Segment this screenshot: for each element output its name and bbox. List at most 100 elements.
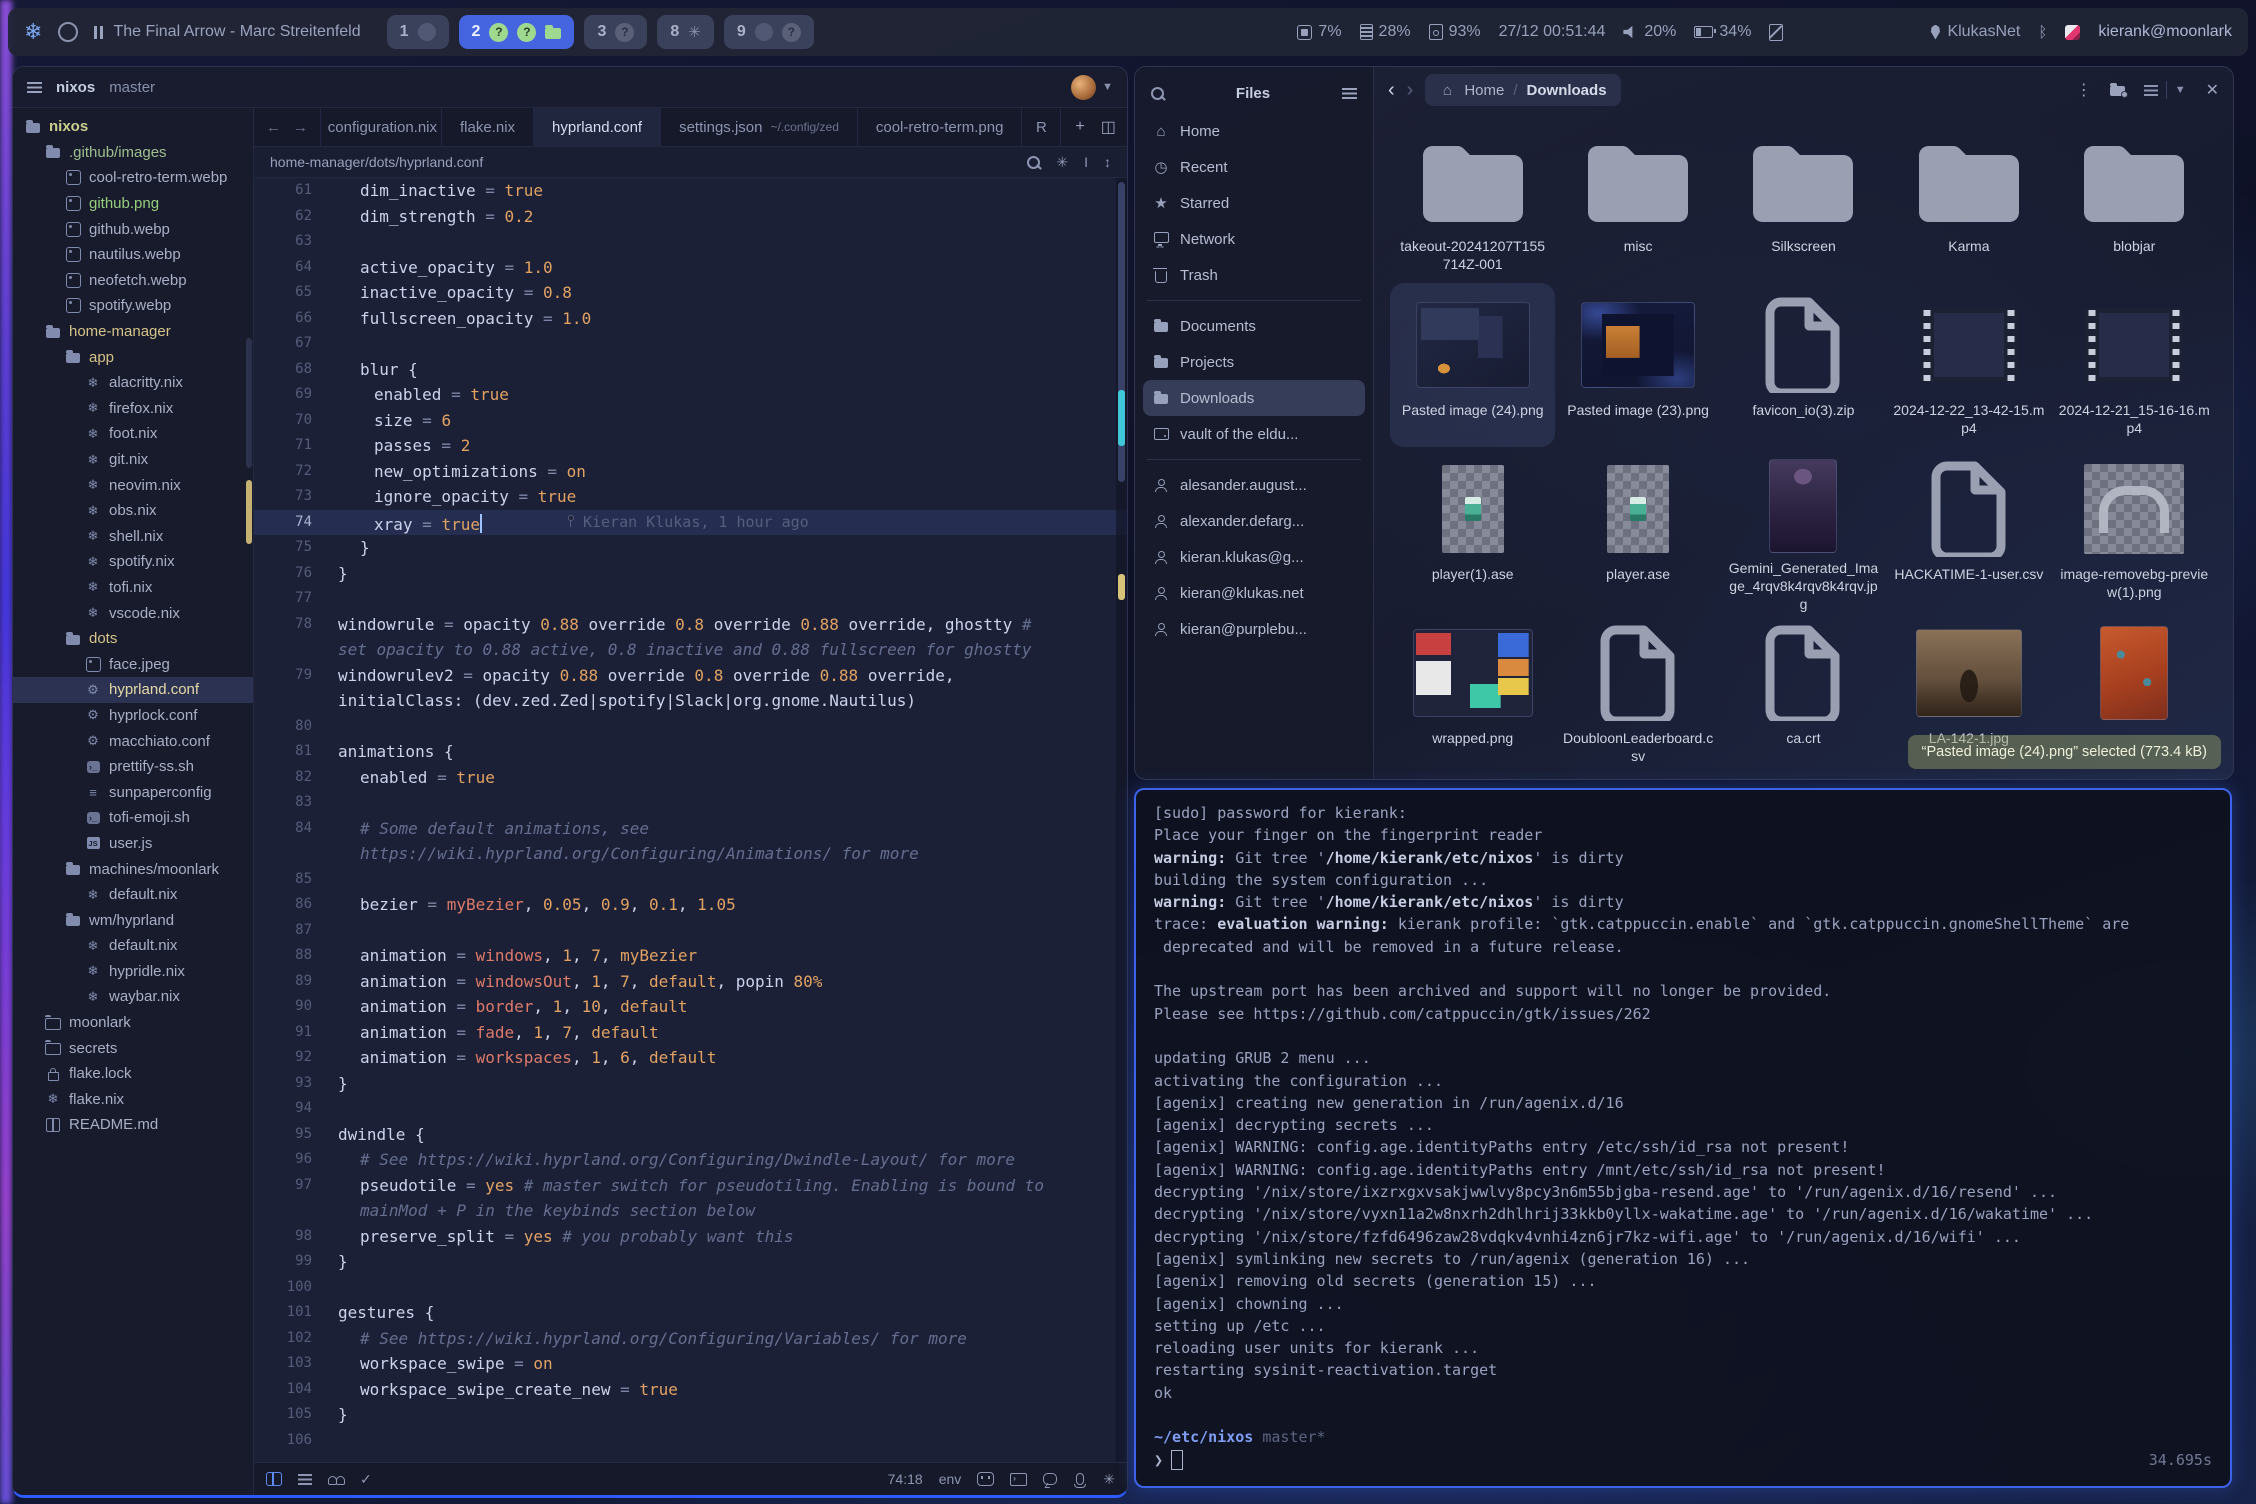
forward-icon[interactable]: › [1407,79,1414,102]
grid-item-image-removebg-preview-1-png[interactable]: image-removebg-preview(1).png [2052,447,2217,611]
tree-item-dots[interactable]: dots [13,626,253,652]
branch-name[interactable]: master [109,79,155,96]
bluetooth-icon[interactable]: ᛒ [2038,24,2047,41]
grid-item-player-1-ase[interactable]: player(1).ase [1390,447,1555,611]
menu-icon[interactable] [27,82,42,93]
split-pane-icon[interactable]: ◫ [1101,117,1116,137]
chevron-down-icon[interactable]: ▼ [1102,81,1113,93]
workspace-2[interactable]: 2?? [459,15,575,49]
editor-scrollbar[interactable] [1116,178,1127,1462]
collab-icon[interactable] [328,1473,344,1485]
grid-item-ca-crt[interactable]: ca.crt [1721,611,1886,775]
grid-item-2024-12-22-13-42-15-mp4[interactable]: 2024-12-22_13-42-15.mp4 [1886,283,2051,447]
grid-item-player-ase[interactable]: player.ase [1555,447,1720,611]
tree-item-tofi-emoji-sh[interactable]: ›_tofi-emoji.sh [13,805,253,831]
tree-item--github-images[interactable]: .github/images [13,140,253,166]
sidebar-item-recent[interactable]: ◷Recent [1143,149,1365,185]
copilot-icon[interactable] [977,1472,994,1486]
back-icon[interactable]: ‹ [1388,79,1395,102]
sidebar-item-home[interactable]: ⌂Home [1143,113,1365,149]
tab-cool-retro-term-png[interactable]: cool-retro-term.png [858,108,1023,146]
tree-item-prettify-ss-sh[interactable]: ›_prettify-ss.sh [13,754,253,780]
terminal-window[interactable]: [sudo] password for kierank:Place your f… [1134,788,2232,1488]
grid-item-silkscreen[interactable]: Silkscreen [1721,119,1886,283]
search-icon[interactable] [1027,156,1040,169]
grid-item-wrapped-png[interactable]: wrapped.png [1390,611,1555,775]
kebab-menu-icon[interactable]: ⋮ [2076,80,2092,100]
sidebar-item-trash[interactable]: Trash [1143,257,1365,293]
tree-item-neovim-nix[interactable]: ❄neovim.nix [13,472,253,498]
project-name[interactable]: nixos [56,79,95,96]
grid-item-pasted-image-23-png[interactable]: Pasted image (23).png [1555,283,1720,447]
tree-item-face-jpeg[interactable]: face.jpeg [13,651,253,677]
workspace-8[interactable]: 8✳ [657,15,713,49]
tree-item-flake-nix[interactable]: ❄flake.nix [13,1087,253,1113]
tree-item-github-png[interactable]: github.png [13,191,253,217]
grid-item-2024-12-21-15-16-16-mp4[interactable]: 2024-12-21_15-16-16.mp4 [2052,283,2217,447]
diagnostics-check[interactable]: ✓ [360,1471,372,1488]
close-icon[interactable]: ✕ [2206,80,2219,100]
files-menu-icon[interactable] [1342,88,1357,99]
sidebar-item-projects[interactable]: Projects [1143,344,1365,380]
tree-item-hypridle-nix[interactable]: ❄hypridle.nix [13,959,253,985]
tree-item-hyprland-conf[interactable]: ⚙hyprland.conf [13,677,253,703]
folder-search-icon[interactable] [2110,84,2126,96]
terminal-input-line[interactable]: ❯34.695s [1154,1449,2212,1471]
sidebar-item-kieran-klukas-net[interactable]: kieran@klukas.net [1143,575,1365,611]
tree-item-github-webp[interactable]: github.webp [13,216,253,242]
sidebar-item-alexander-defarg-[interactable]: alexander.defarg... [1143,503,1365,539]
env-label[interactable]: env [939,1471,962,1487]
code-editor[interactable]: 61dim_inactive = true62dim_strength = 0.… [254,178,1127,1462]
tree-item-obs-nix[interactable]: ❄obs.nix [13,498,253,524]
files-search-icon[interactable] [1151,87,1164,100]
tab-r[interactable]: R [1022,108,1061,146]
tree-item-shell-nix[interactable]: ❄shell.nix [13,524,253,550]
tree-item-macchiato-conf[interactable]: ⚙macchiato.conf [13,728,253,754]
tab-settings-json[interactable]: settings.json~/.config/zed [661,108,858,146]
workspace-1[interactable]: 1 [387,15,449,49]
grid-item-hackatime-1-user-csv[interactable]: HACKATIME-1-user.csv [1886,447,2051,611]
tree-item-moonlark[interactable]: moonlark [13,1010,253,1036]
tab-flake-nix[interactable]: flake.nix [442,108,534,146]
tree-item-wm-hyprland[interactable]: wm/hyprland [13,907,253,933]
grid-item-blobjar[interactable]: blobjar [2052,119,2217,283]
sidebar-item-documents[interactable]: Documents [1143,308,1365,344]
nixos-logo-icon[interactable]: ❄ [24,21,42,43]
tree-item-waybar-nix[interactable]: ❄waybar.nix [13,984,253,1010]
cursor-position[interactable]: 74:18 [888,1471,923,1487]
wrap-icon[interactable]: ↕ [1104,154,1111,170]
tree-item-nixos[interactable]: nixos [13,114,253,140]
sidebar-item-alesander-august-[interactable]: alesander.august... [1143,467,1365,503]
assistant-icon[interactable] [1043,1473,1057,1485]
grid-item-misc[interactable]: misc [1555,119,1720,283]
path-root[interactable]: Home [1464,82,1504,99]
tree-item-readme-md[interactable]: README.md [13,1112,253,1138]
sidebar-item-kieran-klukas-g-[interactable]: kieran.klukas@g... [1143,539,1365,575]
grid-item-takeout-20241207t155714z-001[interactable]: takeout-20241207T155714Z-001 [1390,119,1555,283]
tree-scrollbar[interactable] [246,338,252,468]
cursor-mode-icon[interactable]: I [1084,154,1088,170]
volume-module[interactable]: 20% [1623,23,1676,41]
breadcrumb[interactable]: home-manager/dots/hyprland.conf [270,154,483,170]
view-toggle[interactable]: ▼ [2144,81,2186,99]
tree-item-default-nix[interactable]: ❄default.nix [13,882,253,908]
workspace-9[interactable]: 9? [724,15,814,49]
inline-assist-icon[interactable]: ✳ [1056,154,1068,171]
sidebar-item-kieran-purplebu-[interactable]: kieran@purplebu... [1143,611,1365,647]
tree-item-hyprlock-conf[interactable]: ⚙hyprlock.conf [13,703,253,729]
tree-item-nautilus-webp[interactable]: nautilus.webp [13,242,253,268]
tree-item-machines-moonlark[interactable]: machines/moonlark [13,856,253,882]
tree-item-tofi-nix[interactable]: ❄tofi.nix [13,575,253,601]
mic-icon[interactable] [1076,1473,1084,1485]
tree-item-home-manager[interactable]: home-manager [13,319,253,345]
tree-item-flake-lock[interactable]: flake.lock [13,1061,253,1087]
sidebar-item-downloads[interactable]: Downloads [1143,380,1365,416]
terminal-panel-icon[interactable]: › [1010,1473,1027,1486]
sidebar-item-starred[interactable]: ★Starred [1143,185,1365,221]
sparkle-icon[interactable]: ✳ [1103,1471,1115,1488]
path-current[interactable]: Downloads [1527,82,1607,99]
tree-item-git-nix[interactable]: ❄git.nix [13,447,253,473]
tree-item-secrets[interactable]: secrets [13,1035,253,1061]
tree-item-sunpaperconfig[interactable]: ≡sunpaperconfig [13,779,253,805]
network-module[interactable]: KlukasNet [1929,23,2020,41]
